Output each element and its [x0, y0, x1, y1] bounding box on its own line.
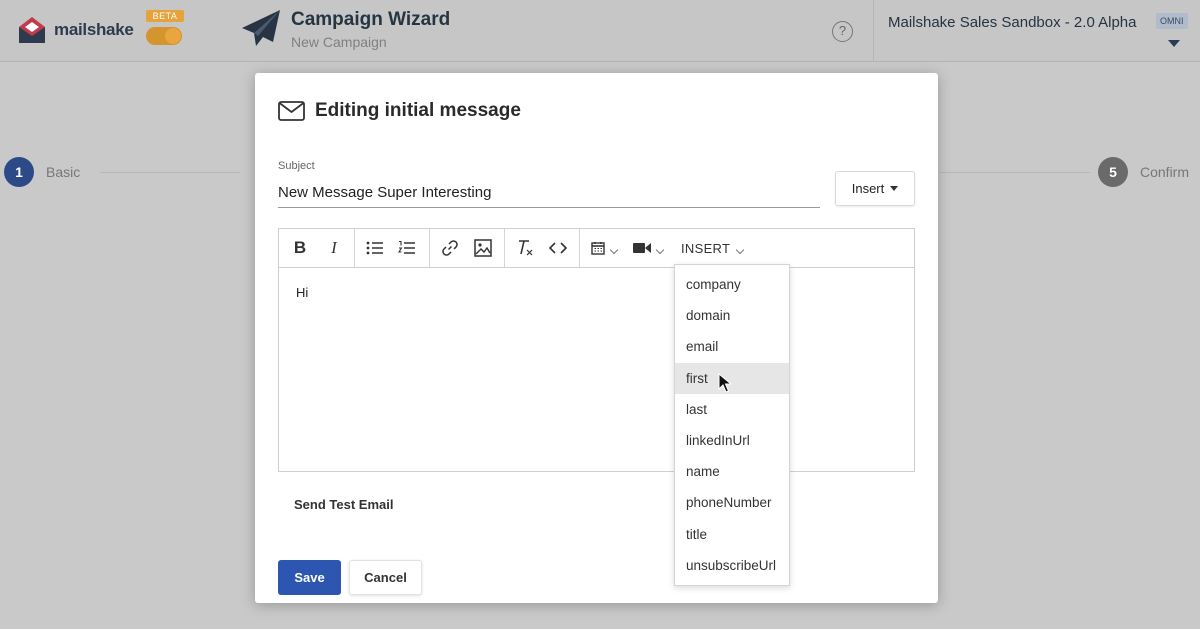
modal-header: Editing initial message — [278, 100, 521, 122]
bullet-list-icon[interactable] — [363, 237, 387, 259]
envelope-icon — [278, 101, 305, 121]
cursor-icon — [718, 373, 732, 393]
step-number: 5 — [1098, 157, 1128, 187]
menu-item-company[interactable]: company — [675, 269, 789, 300]
calendar-icon[interactable] — [586, 237, 610, 259]
step-number: 1 — [4, 157, 34, 187]
video-icon[interactable] — [630, 237, 654, 259]
top-bar: mailshake BETA Campaign Wizard New Campa… — [0, 0, 1200, 62]
toolbar-insert-caret-icon[interactable] — [735, 245, 745, 255]
modal-title: Editing initial message — [315, 100, 521, 121]
step-basic[interactable]: 1 Basic — [4, 157, 80, 187]
wizard-title: Campaign Wizard — [291, 9, 451, 30]
menu-item-linkedinurl[interactable]: linkedInUrl — [675, 425, 789, 456]
insert-button-label: Insert — [851, 181, 885, 196]
wizard-subtitle: New Campaign — [291, 34, 387, 50]
menu-item-title[interactable]: title — [675, 519, 789, 550]
help-icon[interactable]: ? — [832, 21, 853, 42]
menu-item-last[interactable]: last — [675, 394, 789, 425]
mailshake-logo[interactable]: mailshake — [16, 14, 134, 46]
code-icon[interactable] — [546, 237, 570, 259]
menu-item-phonenumber[interactable]: phoneNumber — [675, 487, 789, 518]
menu-item-name[interactable]: name — [675, 456, 789, 487]
caret-down-icon — [890, 186, 899, 191]
header-divider — [873, 0, 874, 62]
step-line-left — [100, 172, 240, 173]
image-icon[interactable] — [471, 237, 495, 259]
editor-toolbar: B I INSERT — [279, 229, 914, 268]
subject-label: Subject — [278, 160, 315, 172]
bold-icon[interactable]: B — [288, 237, 312, 259]
menu-item-email[interactable]: email — [675, 331, 789, 362]
menu-item-first[interactable]: first — [675, 363, 789, 394]
message-editor[interactable]: B I INSERT Hi — [278, 228, 915, 472]
link-icon[interactable] — [438, 237, 462, 259]
calendar-caret-icon[interactable] — [609, 245, 619, 255]
menu-item-unsubscribeurl[interactable]: unsubscribeUrl — [675, 550, 789, 581]
clear-format-icon[interactable] — [513, 237, 537, 259]
beta-badge: BETA — [146, 10, 184, 22]
account-caret-down-icon[interactable] — [1168, 40, 1180, 47]
account-name[interactable]: Mailshake Sales Sandbox - 2.0 Alpha — [888, 14, 1137, 31]
edit-message-modal: Editing initial message Subject Insert B… — [255, 73, 938, 603]
numbered-list-icon[interactable] — [395, 237, 419, 259]
toolbar-insert-dropdown[interactable]: INSERT — [681, 241, 730, 256]
subject-input[interactable] — [278, 178, 820, 208]
send-test-email-link[interactable]: Send Test Email — [294, 497, 393, 512]
editor-body-text[interactable]: Hi — [296, 285, 308, 300]
logo-text: mailshake — [54, 20, 134, 39]
beta-area: BETA — [146, 10, 184, 45]
account-badge: OMNI — [1156, 13, 1188, 29]
cancel-button[interactable]: Cancel — [349, 560, 422, 595]
menu-item-domain[interactable]: domain — [675, 300, 789, 331]
insert-variable-menu: company domain email first last linkedIn… — [674, 264, 790, 586]
step-label: Confirm — [1140, 164, 1190, 180]
step-line-right — [940, 172, 1090, 173]
italic-icon[interactable]: I — [322, 237, 346, 259]
beta-toggle[interactable] — [146, 27, 182, 45]
save-button[interactable]: Save — [278, 560, 341, 595]
toolbar-insert-label: INSERT — [681, 241, 731, 256]
video-caret-icon[interactable] — [655, 245, 665, 255]
insert-dropdown-button[interactable]: Insert — [835, 171, 915, 206]
step-confirm[interactable]: 5 Confirm — [1098, 157, 1189, 187]
step-label: Basic — [46, 164, 81, 180]
mailshake-logo-icon — [19, 17, 45, 43]
paper-plane-icon — [242, 10, 280, 46]
